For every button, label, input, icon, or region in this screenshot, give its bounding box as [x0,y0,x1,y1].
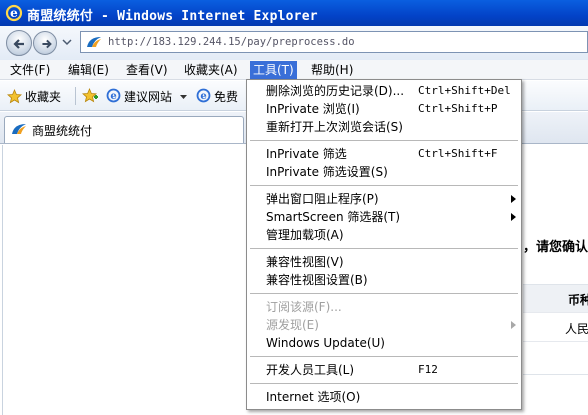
table-row: 人民 [523,312,588,342]
shortcut-inprivate-browsing: Ctrl+Shift+P [418,102,498,115]
submenu-arrow-icon [511,321,516,329]
favorites-separator [75,87,76,105]
add-to-favorites-icon[interactable] [82,88,99,104]
menu-file[interactable]: 文件(F) [7,61,53,79]
svg-text:e: e [200,91,206,102]
menu-item-smartscreen-filter[interactable]: SmartScreen 筛选器(T) [266,208,400,226]
menu-item-inprivate-browsing[interactable]: InPrivate 浏览(I) [266,100,360,118]
table-header: 币种 [523,284,588,312]
address-bar[interactable]: http://183.129.244.15/pay/preprocess.do [80,31,588,53]
menu-separator [250,140,518,141]
submenu-arrow-icon [511,213,516,221]
table-divider [523,374,588,375]
menu-item-manage-addons[interactable]: 管理加载项(A) [266,226,344,244]
free-ie-icon: e [196,88,211,103]
menu-item-developer-tools[interactable]: 开发人员工具(L) [266,361,354,379]
menu-item-compatibility-view-settings[interactable]: 兼容性视图设置(B) [266,271,368,289]
suggested-sites-dropdown-icon[interactable] [180,95,187,100]
menu-item-popup-blocker[interactable]: 弹出窗口阻止程序(P) [266,190,379,208]
submenu-arrow-icon [511,195,516,203]
menu-tools[interactable]: 工具(T) [250,61,297,79]
site-favicon-icon [87,37,101,47]
forward-arrow-icon [42,39,52,49]
menu-item-inprivate-filtering-settings[interactable]: InPrivate 筛选设置(S) [266,163,388,181]
free-link[interactable]: 免费 [214,88,238,105]
menu-favorites[interactable]: 收藏夹(A) [181,61,241,79]
menu-item-compatibility-view[interactable]: 兼容性视图(V) [266,253,344,271]
menu-bar: 文件(F) 编辑(E) 查看(V) 收藏夹(A) 工具(T) 帮助(H) [0,60,588,80]
ie-logo-icon: e [5,4,23,22]
back-button[interactable] [6,30,32,56]
shortcut-developer-tools: F12 [418,363,438,376]
menu-separator [250,293,518,294]
menu-separator [250,383,518,384]
menu-separator [250,248,518,249]
address-url: http://183.129.244.15/pay/preprocess.do [108,36,355,48]
shortcut-inprivate-filtering: Ctrl+Shift+F [418,147,498,160]
tab-favicon-icon [12,124,26,134]
menu-item-inprivate-filtering[interactable]: InPrivate 筛选 [266,145,347,163]
svg-text:e: e [10,6,18,20]
currency-header: 币种 [568,293,588,307]
confirm-heading: ，请您确认 [523,240,588,255]
menu-item-reopen-last-session[interactable]: 重新打开上次浏览会话(S) [266,118,403,136]
menu-view[interactable]: 查看(V) [123,61,171,79]
recent-pages-dropdown-icon[interactable] [62,38,72,46]
shortcut-delete-history: Ctrl+Shift+Del [418,84,511,97]
menu-item-windows-update[interactable]: Windows Update(U) [266,334,385,352]
menu-separator [250,185,518,186]
suggested-sites-link[interactable]: 建议网站 [124,88,172,105]
menu-edit[interactable]: 编辑(E) [65,61,112,79]
menu-separator [250,356,518,357]
currency-cell: 人民 [565,322,588,336]
tab-current[interactable]: 商盟统统付 [4,116,244,143]
menu-help[interactable]: 帮助(H) [308,61,356,79]
favorites-button[interactable]: 收藏夹 [25,88,61,105]
tools-dropdown-menu: 删除浏览的历史记录(D)... Ctrl+Shift+Del InPrivate… [246,79,522,410]
menu-item-feed-discovery: 源发现(E) [266,318,319,332]
favorites-star-icon [7,89,22,104]
menu-item-subscribe-feed: 订阅该源(F)... [266,300,342,314]
menu-item-internet-options[interactable]: Internet 选项(O) [266,388,360,406]
window-title: 商盟统统付 - Windows Internet Explorer [27,9,318,24]
back-arrow-icon [13,39,24,49]
svg-text:e: e [110,91,116,102]
title-bar[interactable]: e 商盟统统付 - Windows Internet Explorer [0,0,588,26]
tab-label: 商盟统统付 [32,124,93,138]
page-left-border [2,145,3,415]
suggested-sites-ie-icon: e [106,88,121,103]
forward-button[interactable] [33,31,57,55]
menu-item-delete-history[interactable]: 删除浏览的历史记录(D)... [266,82,404,100]
